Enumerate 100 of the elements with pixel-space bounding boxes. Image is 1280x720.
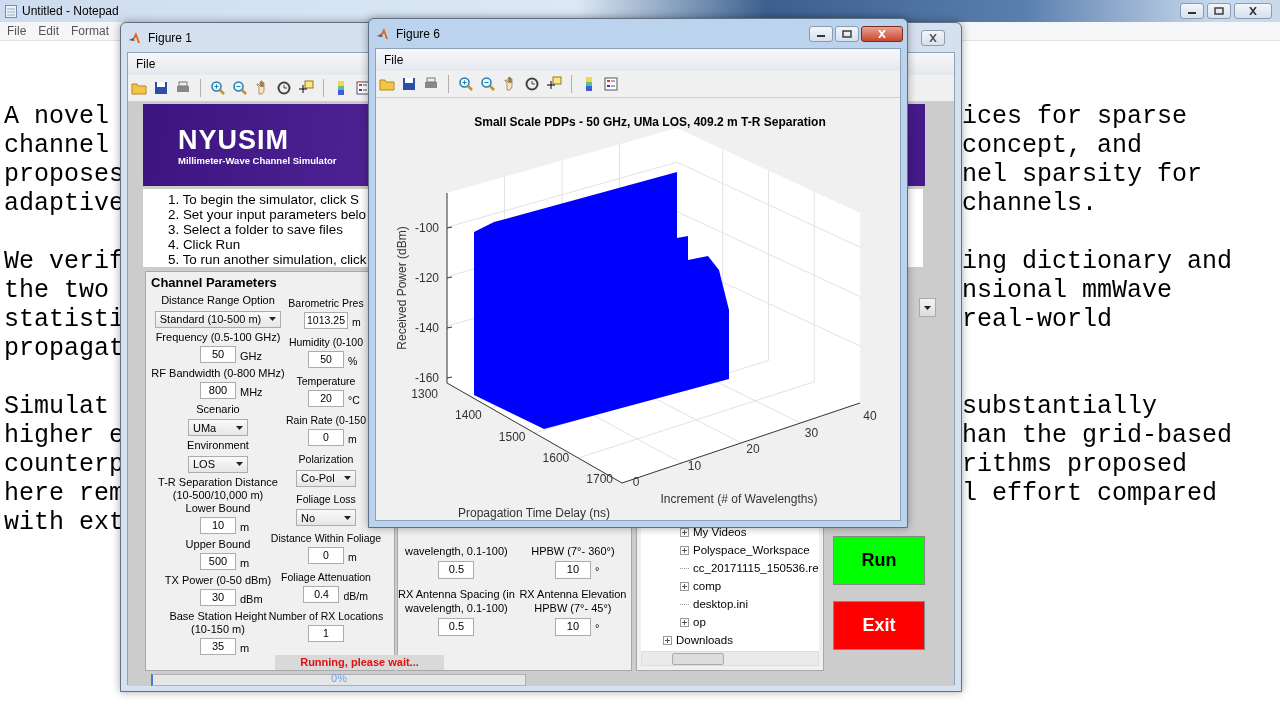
tree-item[interactable]: comp: [693, 580, 722, 592]
exit-button[interactable]: Exit: [833, 601, 925, 650]
field-label: wavelength, 0.1-100): [405, 544, 508, 558]
input-field[interactable]: 10: [554, 561, 591, 579]
input-field[interactable]: 10: [200, 516, 236, 534]
input-field[interactable]: 0.5: [438, 561, 475, 579]
field-label: Distance Range Option: [161, 294, 275, 307]
field-label: T-R Separation Distance: [158, 475, 278, 489]
dropdown[interactable]: LOS: [188, 455, 248, 473]
unit-label: m: [240, 520, 250, 533]
unit-label: °: [594, 622, 600, 634]
zoom-out-icon[interactable]: [480, 76, 496, 92]
tree-item[interactable]: Polyspace_Workspace: [693, 544, 810, 556]
field-label: Upper Bound: [185, 537, 251, 551]
run-button[interactable]: Run: [833, 536, 925, 585]
window-title: Figure 6: [396, 26, 441, 41]
field-label: HPBW (7°- 45°): [534, 601, 612, 615]
minimize-button[interactable]: [1180, 3, 1204, 19]
zoom-in-icon[interactable]: [458, 76, 474, 92]
input-field[interactable]: 30: [200, 588, 236, 606]
expand-icon[interactable]: [680, 581, 689, 591]
caret-icon: [236, 425, 243, 430]
save-icon[interactable]: [401, 76, 417, 92]
input-field[interactable]: 20: [308, 390, 344, 407]
rotate-icon[interactable]: [524, 76, 540, 92]
caret-icon: [344, 476, 351, 480]
unit-label: m: [348, 433, 357, 445]
input-field[interactable]: 0: [308, 429, 344, 446]
tick-label: 10: [687, 458, 702, 473]
tree-item[interactable]: My Videos: [693, 526, 747, 538]
menu-item[interactable]: File: [136, 57, 156, 71]
maximize-icon: [842, 29, 852, 38]
input-field[interactable]: 35: [200, 637, 236, 655]
input-field[interactable]: 1: [308, 625, 344, 642]
input-field[interactable]: 10: [554, 618, 591, 636]
menu-item[interactable]: File: [384, 53, 404, 67]
tree-item[interactable]: desktop.ini: [693, 598, 748, 610]
input-field[interactable]: 0.4: [303, 586, 340, 603]
document-text: counterp: [4, 450, 125, 479]
close-button[interactable]: [861, 25, 903, 42]
document-text: A novel: [4, 102, 110, 131]
input-field[interactable]: 1013.25: [304, 312, 348, 329]
dropdown[interactable]: No: [296, 509, 356, 526]
document-text: the two: [4, 276, 110, 305]
expand-icon[interactable]: [680, 527, 689, 537]
minimize-button[interactable]: [809, 25, 833, 42]
input-field[interactable]: 0: [308, 547, 344, 564]
unit-label: m: [352, 316, 361, 328]
document-text: concept, and: [962, 131, 1143, 160]
tree-item[interactable]: Downloads: [676, 634, 733, 646]
document-text: substantially: [962, 392, 1158, 421]
zoom-out-icon[interactable]: [232, 80, 248, 96]
document-text: statisti: [4, 305, 125, 334]
dropdown[interactable]: Co-Pol: [296, 469, 356, 487]
input-field[interactable]: 0.5: [438, 618, 475, 636]
notepad-icon: [5, 4, 17, 18]
input-field[interactable]: 50: [308, 351, 344, 368]
data-cursor-icon[interactable]: [298, 80, 314, 96]
rotate-icon[interactable]: [276, 80, 292, 96]
tree-item[interactable]: cc_20171115_150536.re: [693, 562, 819, 574]
window-title: Untitled - Notepad: [22, 4, 119, 18]
close-button[interactable]: [921, 29, 945, 46]
field-label: Rain Rate (0-150: [286, 414, 366, 427]
dropdown[interactable]: Standard (10-500 m): [154, 310, 282, 328]
input-field[interactable]: 500: [200, 552, 236, 570]
zoom-in-icon[interactable]: [210, 80, 226, 96]
dropdown[interactable]: UMa: [188, 419, 248, 436]
data-cursor-icon[interactable]: [546, 76, 562, 92]
tick-label: 30: [804, 425, 819, 440]
instruction-text: 5. To run another simulation, click: [168, 252, 367, 267]
app-icon: [128, 31, 142, 44]
menu-item[interactable]: Edit: [38, 24, 60, 38]
field-label: RX Antenna Elevation: [519, 587, 627, 601]
document-text: rithms proposed: [962, 450, 1188, 479]
tick-label: -160: [414, 371, 439, 385]
unit-label: GHz: [240, 349, 262, 362]
scrollbar[interactable]: [641, 651, 819, 666]
close-icon: [877, 29, 887, 38]
tree-item[interactable]: op: [693, 616, 706, 628]
legend-icon[interactable]: [355, 80, 371, 96]
input-field[interactable]: 800: [200, 381, 236, 399]
expand-icon[interactable]: [663, 635, 672, 645]
instruction-text: 3. Select a folder to save files: [168, 222, 343, 237]
save-icon[interactable]: [153, 80, 169, 96]
field-label: (10-500/10,000 m): [172, 488, 264, 502]
maximize-icon: [1214, 7, 1224, 15]
maximize-button[interactable]: [1207, 3, 1231, 19]
menu-item[interactable]: File: [7, 24, 27, 38]
menu-item[interactable]: Format: [71, 24, 110, 38]
field-label: Barometric Pres: [288, 297, 364, 310]
input-field[interactable]: 50: [200, 345, 236, 363]
document-text: with ext: [4, 508, 125, 537]
dropdown-button[interactable]: [919, 298, 936, 317]
status-message: Running, please wait...: [275, 655, 444, 670]
caret-icon: [924, 305, 931, 310]
expand-icon[interactable]: [680, 617, 689, 627]
legend-icon[interactable]: [603, 76, 619, 92]
maximize-button[interactable]: [835, 25, 859, 42]
expand-icon[interactable]: [680, 545, 689, 555]
close-button[interactable]: [1234, 3, 1272, 19]
